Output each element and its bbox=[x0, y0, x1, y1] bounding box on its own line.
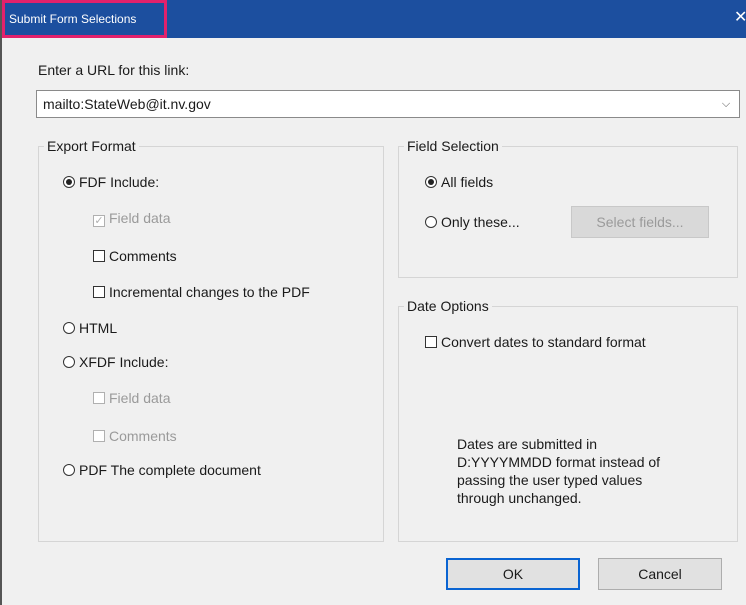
radio-all-fields-indicator[interactable] bbox=[425, 176, 437, 188]
radio-only-these[interactable]: Only these... bbox=[425, 213, 520, 231]
checkbox-convert-dates[interactable]: Convert dates to standard format bbox=[425, 333, 646, 351]
export-format-title: Export Format bbox=[44, 137, 139, 155]
select-fields-button[interactable]: Select fields... bbox=[571, 206, 709, 238]
title-bar[interactable]: Submit Form Selections ✕ bbox=[2, 0, 746, 38]
checkbox-fdf-incremental-label: Incremental changes to the PDF bbox=[109, 284, 310, 300]
field-selection-group: Field Selection All fields Only these...… bbox=[398, 137, 738, 278]
checkbox-xfdf-comments-box bbox=[93, 430, 105, 442]
field-selection-title: Field Selection bbox=[404, 137, 502, 155]
radio-pdf-label: PDF The complete document bbox=[79, 462, 261, 478]
window-title: Submit Form Selections bbox=[2, 0, 167, 38]
radio-all-fields-label: All fields bbox=[441, 174, 494, 190]
chevron-down-icon[interactable]: ⌵ bbox=[719, 97, 733, 111]
radio-pdf-indicator[interactable] bbox=[63, 464, 75, 476]
export-format-group: Export Format FDF Include: ✓ Field data C… bbox=[38, 137, 384, 542]
checkbox-xfdf-field-data-box bbox=[93, 392, 105, 404]
radio-xfdf[interactable]: XFDF Include: bbox=[63, 353, 168, 371]
checkbox-fdf-comments-box[interactable] bbox=[93, 250, 105, 262]
checkbox-fdf-comments-label: Comments bbox=[109, 248, 177, 264]
ok-button[interactable]: OK bbox=[446, 558, 580, 590]
checkbox-fdf-comments[interactable]: Comments bbox=[93, 247, 177, 265]
note-line: passing the user typed values bbox=[457, 472, 643, 488]
note-line: Dates are submitted in bbox=[457, 436, 598, 452]
note-line: through unchanged. bbox=[457, 490, 582, 506]
date-options-note: Dates are submitted in D:YYYYMMDD format… bbox=[457, 435, 660, 507]
checkbox-fdf-incremental[interactable]: Incremental changes to the PDF bbox=[93, 283, 310, 301]
checkbox-convert-dates-label: Convert dates to standard format bbox=[441, 334, 646, 350]
checkbox-fdf-field-data-box: ✓ bbox=[93, 215, 105, 227]
checkbox-xfdf-field-data-label: Field data bbox=[109, 390, 171, 406]
radio-xfdf-indicator[interactable] bbox=[63, 356, 75, 368]
radio-html[interactable]: HTML bbox=[63, 319, 117, 337]
note-line: D:YYYYMMDD format instead of bbox=[457, 454, 661, 470]
url-combobox[interactable]: ⌵ bbox=[36, 90, 740, 118]
url-label: Enter a URL for this link: bbox=[38, 62, 190, 78]
date-options-group: Date Options Convert dates to standard f… bbox=[398, 297, 738, 542]
date-options-title: Date Options bbox=[404, 297, 492, 315]
checkbox-xfdf-comments: Comments bbox=[93, 427, 177, 445]
close-icon[interactable]: ✕ bbox=[734, 10, 746, 26]
cancel-button[interactable]: Cancel bbox=[598, 558, 722, 590]
radio-fdf[interactable]: FDF Include: bbox=[63, 173, 159, 191]
radio-fdf-indicator[interactable] bbox=[63, 176, 75, 188]
radio-html-indicator[interactable] bbox=[63, 322, 75, 334]
url-input[interactable] bbox=[37, 91, 707, 117]
radio-fdf-label: FDF Include: bbox=[79, 174, 160, 190]
radio-pdf[interactable]: PDF The complete document bbox=[63, 461, 261, 479]
radio-only-these-indicator[interactable] bbox=[425, 216, 437, 228]
radio-html-label: HTML bbox=[79, 320, 118, 336]
submit-form-dialog: Submit Form Selections ✕ Enter a URL for… bbox=[0, 0, 746, 605]
radio-only-these-label: Only these... bbox=[441, 214, 520, 230]
checkbox-fdf-field-data: ✓ Field data bbox=[93, 209, 170, 227]
radio-all-fields[interactable]: All fields bbox=[425, 173, 493, 191]
checkbox-convert-dates-box[interactable] bbox=[425, 336, 437, 348]
checkbox-xfdf-comments-label: Comments bbox=[109, 428, 177, 444]
checkbox-fdf-field-data-label: Field data bbox=[109, 210, 171, 226]
checkbox-fdf-incremental-box[interactable] bbox=[93, 286, 105, 298]
checkbox-xfdf-field-data: Field data bbox=[93, 389, 170, 407]
radio-xfdf-label: XFDF Include: bbox=[79, 354, 169, 370]
